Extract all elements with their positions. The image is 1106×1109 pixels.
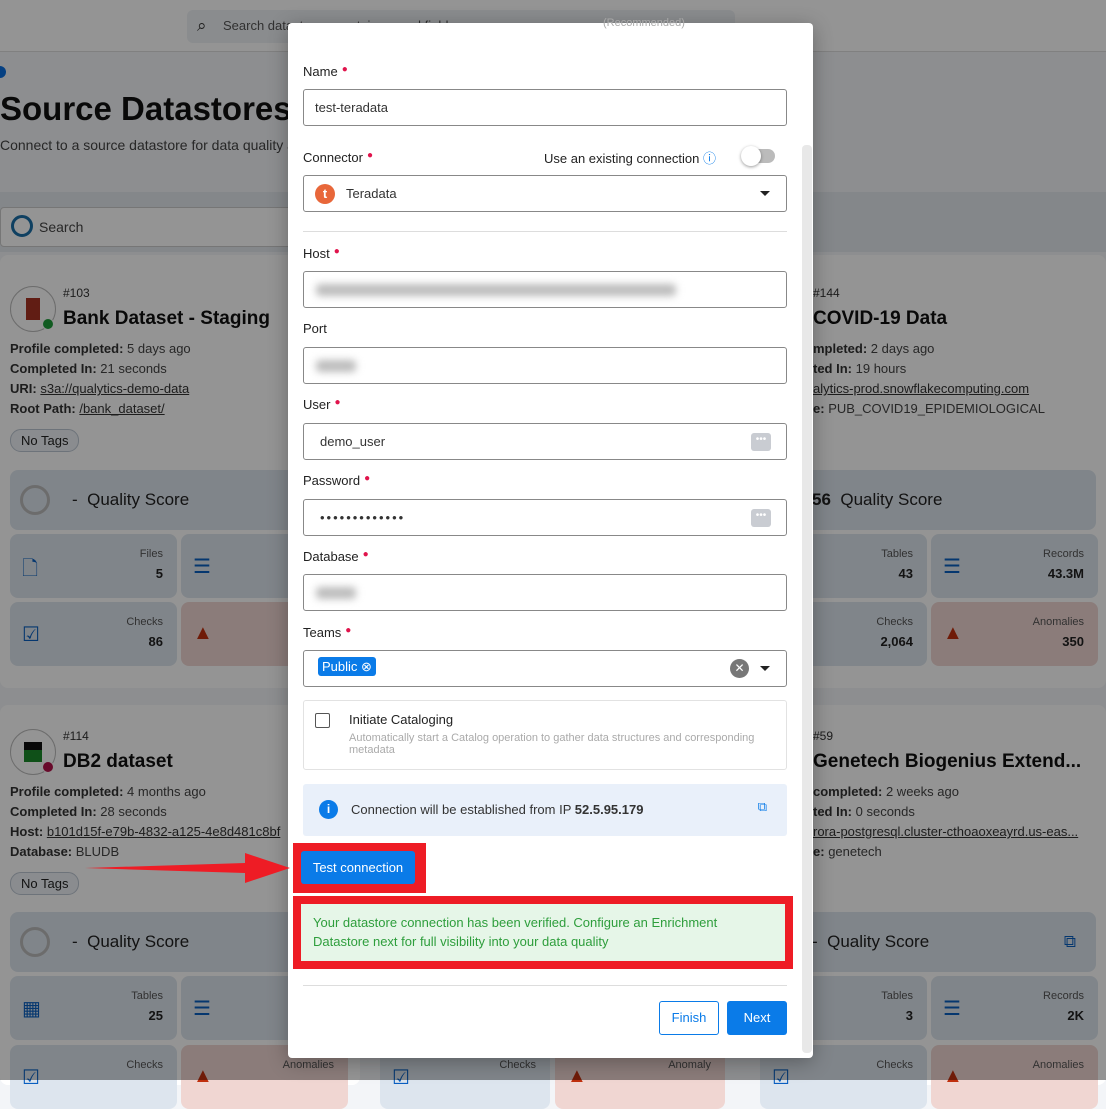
info-icon: ⓘ [703,151,717,166]
name-label: Name ● [303,64,348,79]
add-datastore-modal: (Recommended) Name ● test-teradata Connec… [288,17,813,1058]
host-input[interactable] [303,271,787,308]
name-input[interactable]: test-teradata [303,89,787,126]
ip-info-banner: i Connection will be established from IP… [303,784,787,836]
catalog-checkbox[interactable] [315,713,330,728]
connector-label: Connector ● [303,150,374,165]
password-label: Password ● [303,473,371,488]
database-input[interactable] [303,574,787,611]
teradata-logo-icon: t [315,184,335,204]
chip-remove-icon: ⊗ [361,659,372,674]
password-input[interactable]: ••••••••••••• ••• [303,499,787,536]
port-label: Port [303,321,327,336]
info-icon: i [319,800,338,819]
teams-label: Teams ● [303,625,352,640]
next-button[interactable]: Next [727,1001,787,1035]
success-message: Your datastore connection has been verif… [301,904,785,961]
modal-scrollbar[interactable] [802,145,812,1053]
test-connection-button[interactable]: Test connection [301,851,415,884]
existing-connection-toggle[interactable] [741,146,775,166]
finish-button[interactable]: Finish [659,1001,719,1035]
user-label: User ● [303,397,341,412]
annotation-arrow [85,853,290,883]
copy-icon[interactable]: ⧉ [758,799,767,815]
divider [303,985,787,986]
chevron-down-icon [760,191,770,196]
recommended-label: (Recommended) [603,17,685,29]
catalog-option: Initiate Cataloging Automatically start … [303,700,787,770]
password-manager-icon: ••• [751,509,771,527]
clear-icon[interactable]: ✕ [730,659,749,678]
host-label: Host ● [303,246,340,261]
user-input[interactable]: demo_user ••• [303,423,787,460]
team-chip[interactable]: Public ⊗ [318,657,376,676]
password-manager-icon: ••• [751,433,771,451]
database-label: Database ● [303,549,369,564]
port-input[interactable] [303,347,787,384]
chevron-down-icon [760,666,770,671]
divider [303,231,787,232]
existing-connection-label: Use an existing connection ⓘ [544,151,717,166]
connector-select[interactable]: t Teradata [303,175,787,212]
teams-select[interactable]: Public ⊗ ✕ [303,650,787,687]
